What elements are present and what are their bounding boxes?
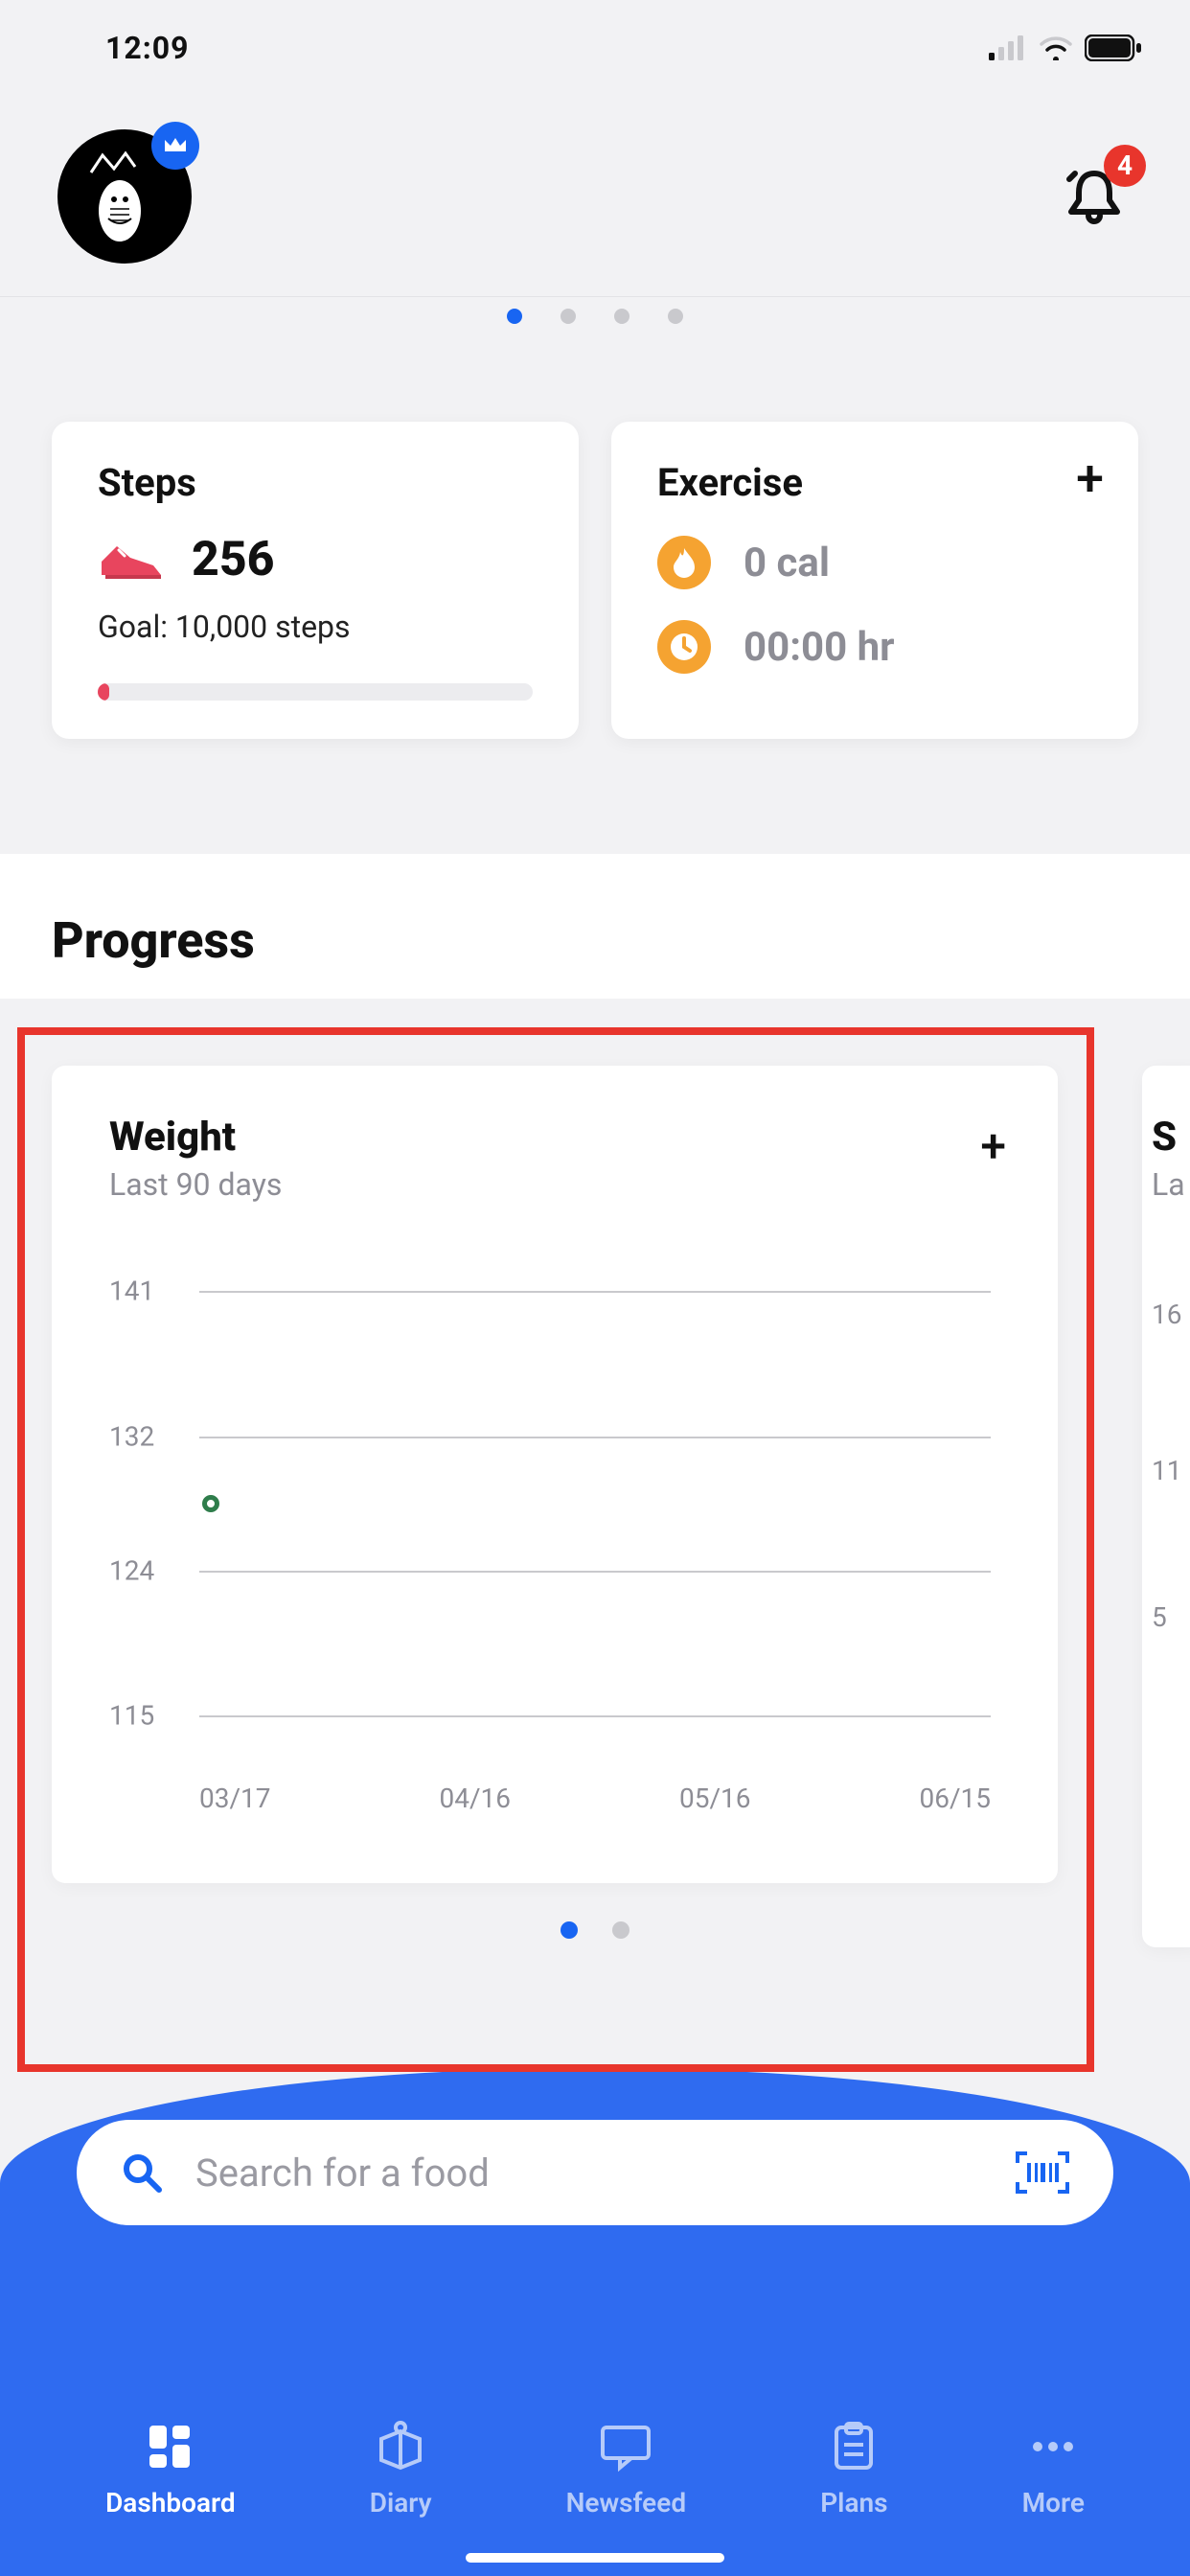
weight-card-subtitle: Last 90 days — [109, 1166, 1000, 1203]
nav-newsfeed[interactable]: Newsfeed — [566, 2420, 686, 2518]
flame-icon — [657, 536, 711, 589]
chart-ytick: 115 — [109, 1700, 154, 1732]
food-search[interactable]: Search for a food — [77, 2120, 1113, 2225]
progress-title: Progress — [0, 911, 1190, 999]
battery-icon — [1085, 34, 1142, 61]
app-header: 4 — [0, 96, 1190, 297]
nav-label: More — [1022, 2487, 1085, 2518]
chart-xtick: 05/16 — [679, 1782, 751, 1814]
chart-xtick: 04/16 — [440, 1782, 512, 1814]
crown-icon — [163, 136, 188, 155]
carousel-dot[interactable] — [612, 1921, 629, 1939]
search-icon — [121, 2151, 163, 2194]
steps-count: 256 — [192, 532, 275, 587]
steps-goal-text: Goal: 10,000 steps — [98, 609, 533, 645]
bottom-nav: Dashboard Diary Newsfeed Plan — [0, 2420, 1190, 2518]
dashboard-icon — [144, 2420, 197, 2473]
steps-progress-bar — [98, 683, 533, 701]
nav-label: Plans — [820, 2487, 887, 2518]
exercise-card-title: Exercise — [657, 460, 1092, 505]
nav-more[interactable]: More — [1022, 2420, 1085, 2518]
plans-icon — [829, 2420, 879, 2473]
nav-label: Dashboard — [105, 2487, 236, 2518]
chart-gridline — [199, 1291, 991, 1293]
steps-card[interactable]: Steps 256 Goal: 10,000 steps — [52, 422, 579, 739]
profile-avatar[interactable] — [57, 129, 192, 264]
progress-carousel-dots[interactable] — [0, 1883, 1190, 1939]
search-placeholder: Search for a food — [195, 2150, 983, 2196]
chart-xtick: 06/15 — [920, 1782, 992, 1814]
exercise-card[interactable]: Exercise + 0 cal 00:00 hr — [611, 422, 1138, 739]
progress-section: Progress — [0, 854, 1190, 999]
home-indicator[interactable] — [466, 2553, 724, 2563]
summary-cards-row: Steps 256 Goal: 10,000 steps Exercise + … — [0, 335, 1190, 854]
weight-card[interactable]: Weight Last 90 days + 141 132 124 115 03… — [52, 1066, 1058, 1883]
shoe-icon — [98, 537, 165, 583]
weight-chart: 141 132 124 115 03/17 04/16 05/16 06/15 — [109, 1260, 1000, 1778]
status-bar: 12:09 — [0, 0, 1190, 96]
progress-carousel[interactable]: Weight Last 90 days + 141 132 124 115 03… — [0, 999, 1190, 1987]
steps-card-title: Steps — [98, 460, 533, 505]
status-time: 12:09 — [105, 30, 189, 66]
chart-xtick: 03/17 — [199, 1782, 271, 1814]
newsfeed-icon — [597, 2420, 654, 2473]
nav-label: Newsfeed — [566, 2487, 686, 2518]
peek-title: S — [1152, 1114, 1190, 1161]
carousel-dot[interactable] — [561, 309, 576, 324]
chart-ytick: 124 — [109, 1555, 154, 1587]
chart-gridline — [199, 1437, 991, 1438]
add-exercise-button[interactable]: + — [1076, 454, 1104, 504]
chart-gridline — [199, 1715, 991, 1717]
top-carousel-dots[interactable] — [0, 297, 1190, 335]
carousel-dot[interactable] — [668, 309, 683, 324]
wifi-icon — [1039, 35, 1073, 60]
peek-ytick: 16 — [1152, 1299, 1190, 1330]
chart-gridline — [199, 1571, 991, 1573]
peek-ytick: 11 — [1152, 1455, 1190, 1486]
carousel-dot[interactable] — [507, 309, 522, 324]
exercise-calories: 0 cal — [744, 540, 830, 586]
notifications-button[interactable]: 4 — [1056, 158, 1133, 235]
more-icon — [1024, 2420, 1082, 2473]
diary-icon — [374, 2420, 427, 2473]
chart-ytick: 132 — [109, 1420, 154, 1452]
nav-diary[interactable]: Diary — [370, 2420, 432, 2518]
add-weight-button[interactable]: + — [980, 1123, 1006, 1169]
status-icons — [989, 34, 1142, 61]
peek-subtitle: La — [1152, 1166, 1190, 1203]
nav-dashboard[interactable]: Dashboard — [105, 2420, 236, 2518]
peek-ytick: 5 — [1152, 1601, 1190, 1633]
barcode-scan-icon[interactable] — [1016, 2151, 1069, 2194]
chart-data-point — [202, 1495, 219, 1512]
bottom-nav-area: Search for a food Dashboard — [0, 2068, 1190, 2576]
notification-count-badge: 4 — [1104, 145, 1146, 187]
progress-card-peek[interactable]: S La 16 11 5 — [1142, 1066, 1190, 1947]
nav-plans[interactable]: Plans — [820, 2420, 887, 2518]
chart-xaxis: 03/17 04/16 05/16 06/15 — [199, 1782, 991, 1814]
weight-card-title: Weight — [109, 1114, 1000, 1161]
premium-badge — [151, 122, 199, 170]
clock-icon — [657, 620, 711, 674]
cellular-icon — [989, 35, 1027, 60]
carousel-dot[interactable] — [561, 1921, 578, 1939]
nav-label: Diary — [370, 2487, 432, 2518]
steps-progress-fill — [98, 683, 109, 701]
carousel-dot[interactable] — [614, 309, 629, 324]
exercise-duration: 00:00 hr — [744, 624, 895, 671]
chart-ytick: 141 — [109, 1276, 154, 1307]
